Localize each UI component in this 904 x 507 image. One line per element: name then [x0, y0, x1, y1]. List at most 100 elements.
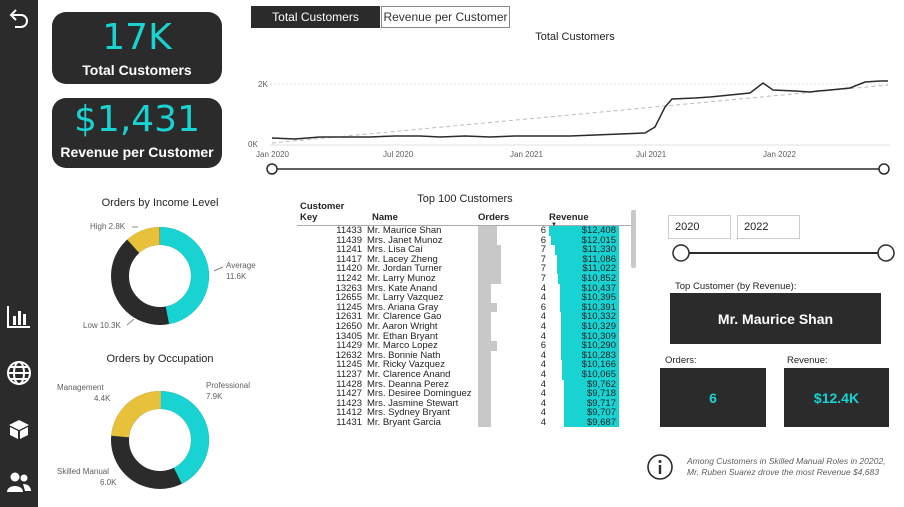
income-donut-chart: High 2.8K Average 11.6K Low 10.3K — [83, 222, 256, 330]
cell-orders: 6 — [478, 235, 549, 246]
occupation-label-management: Management — [57, 383, 104, 392]
cell-orders: 6 — [478, 226, 549, 236]
insight-text: Among Customers in Skilled Manual Roles … — [687, 456, 886, 477]
kpi-revenue-per-customer-value: $1,431 — [74, 99, 200, 140]
orders-bar — [478, 408, 491, 418]
cell-name: Mrs. Bonnie Nath — [367, 350, 441, 361]
kpi-revenue-per-customer-label: Revenue per Customer — [60, 144, 214, 160]
globe-icon[interactable] — [4, 358, 34, 388]
cell-name: Mrs. Kate Anand — [367, 283, 438, 294]
date-slider-end-handle — [878, 163, 890, 175]
cell-orders: 6 — [478, 341, 549, 351]
orders-bar — [478, 312, 491, 322]
back-arrow-icon[interactable] — [4, 3, 34, 33]
cell-name: Mr. Ethan Bryant — [367, 331, 438, 342]
col-name[interactable]: Name — [367, 212, 478, 223]
cell-name: Mr. Bryant Garcia — [367, 417, 441, 428]
cell-name: Mrs. Deanna Perez — [367, 379, 449, 390]
orders-bar — [478, 293, 491, 303]
cell-orders: 4 — [478, 418, 549, 428]
cell-name: Mr. Lacey Zheng — [367, 254, 438, 265]
orders-bar — [478, 283, 491, 294]
cell-orders: 7 — [478, 264, 549, 274]
toggle-total-customers[interactable]: Total Customers — [251, 6, 380, 28]
orders-bar — [478, 273, 501, 284]
revenue-value: $12.4K — [784, 368, 889, 427]
occupation-donut-title: Orders by Occupation — [106, 353, 214, 365]
col-customer-key[interactable]: Customer Key — [297, 201, 367, 223]
orders-bar — [478, 254, 501, 265]
info-icon[interactable] — [646, 453, 674, 481]
occupation-donut-chart: Management 4.4K Professional 7.9K Skille… — [57, 381, 250, 489]
orders-bar — [478, 331, 491, 342]
x-tick-jan2020: Jan 2020 — [256, 150, 289, 159]
cell-orders: 4 — [478, 389, 549, 399]
income-label-high: High 2.8K — [90, 222, 126, 231]
orders-value: 6 — [660, 368, 766, 427]
occupation-label-professional-value: 7.9K — [206, 392, 223, 401]
box-icon[interactable] — [4, 414, 34, 444]
year-from-input[interactable]: 2020 — [668, 215, 731, 239]
col-revenue[interactable]: Revenue ▼ — [549, 212, 619, 228]
orders-bar — [478, 264, 501, 274]
cell-orders: 4 — [478, 312, 549, 322]
orders-bar — [478, 398, 491, 409]
cell-orders: 4 — [478, 370, 549, 380]
orders-bar — [478, 379, 491, 390]
year-slider-end-handle — [877, 244, 895, 262]
line-chart-title: Total Customers — [535, 31, 615, 43]
income-donut-title: Orders by Income Level — [101, 197, 219, 209]
cell-orders: 4 — [478, 351, 549, 361]
x-tick-jan2022: Jan 2022 — [763, 150, 796, 159]
cell-name: Mr. Maurice Shan — [367, 226, 442, 236]
year-to-input[interactable]: 2022 — [737, 215, 800, 239]
income-label-average: Average — [226, 261, 256, 270]
x-tick-jan2021: Jan 2021 — [510, 150, 543, 159]
top-customer-label: Top Customer (by Revenue): — [675, 281, 797, 292]
income-label-average-value: 11.6K — [226, 272, 247, 281]
cell-name: Mr. Clarence Gao — [367, 312, 442, 322]
cell-name: Mr. Clarence Anand — [367, 369, 451, 380]
line-chart: 2K 0K Jan 2020 Jul 2020 Jan 2021 Jul 202… — [248, 80, 890, 175]
cell-orders: 4 — [478, 283, 549, 294]
cell-orders: 4 — [478, 293, 549, 303]
customers-series-line — [271, 80, 888, 140]
top-customers-table: Customer Key Name Orders Revenue ▼ 11433… — [297, 201, 633, 428]
y-tick-2k: 2K — [258, 80, 268, 89]
cell-name: Mr. Marco Lopez — [367, 341, 438, 351]
cell-customer-key: 11431 — [336, 416, 362, 428]
col-orders[interactable]: Orders — [478, 212, 549, 223]
cell-name: Mrs. Sydney Bryant — [367, 408, 450, 418]
cell-name: Mr. Larry Munoz — [367, 273, 436, 284]
users-icon[interactable] — [4, 467, 34, 497]
orders-bar — [478, 341, 498, 351]
orders-bar — [478, 360, 491, 370]
toggle-revenue-per-customer[interactable]: Revenue per Customer — [381, 6, 510, 28]
bar-chart-icon[interactable] — [4, 302, 34, 332]
kpi-total-customers: 17K Total Customers — [52, 12, 222, 84]
cell-name: Mrs. Jasmine Stewart — [367, 398, 459, 409]
occupation-label-management-value: 4.4K — [94, 394, 111, 403]
orders-bar — [478, 245, 501, 255]
table-row[interactable]: 11431 Mr. Bryant Garcia 4 $9,687 — [297, 418, 633, 428]
x-tick-jul2021: Jul 2021 — [636, 150, 667, 159]
cell-name: Mr. Aaron Wright — [367, 321, 438, 332]
orders-bar — [478, 226, 498, 236]
cell-orders: 4 — [478, 360, 549, 370]
table-scrollbar[interactable] — [631, 210, 636, 268]
income-label-low: Low 10.3K — [83, 321, 121, 330]
cell-orders: 7 — [478, 255, 549, 265]
kpi-total-customers-label: Total Customers — [82, 62, 192, 78]
orders-bar — [478, 235, 498, 246]
kpi-total-customers-value: 17K — [102, 17, 172, 58]
left-nav — [0, 0, 38, 507]
orders-bar — [478, 302, 498, 313]
table-title: Top 100 Customers — [417, 193, 513, 205]
cell-orders: 6 — [478, 303, 549, 313]
cell-revenue: $9,687 — [549, 418, 619, 428]
year-slider-start-handle — [672, 244, 690, 262]
cell-orders: 4 — [478, 322, 549, 332]
cell-name: Mr. Jordan Turner — [367, 264, 442, 274]
trend-line — [271, 84, 889, 144]
cell-name: Mrs. Desiree Dominguez — [367, 389, 472, 399]
